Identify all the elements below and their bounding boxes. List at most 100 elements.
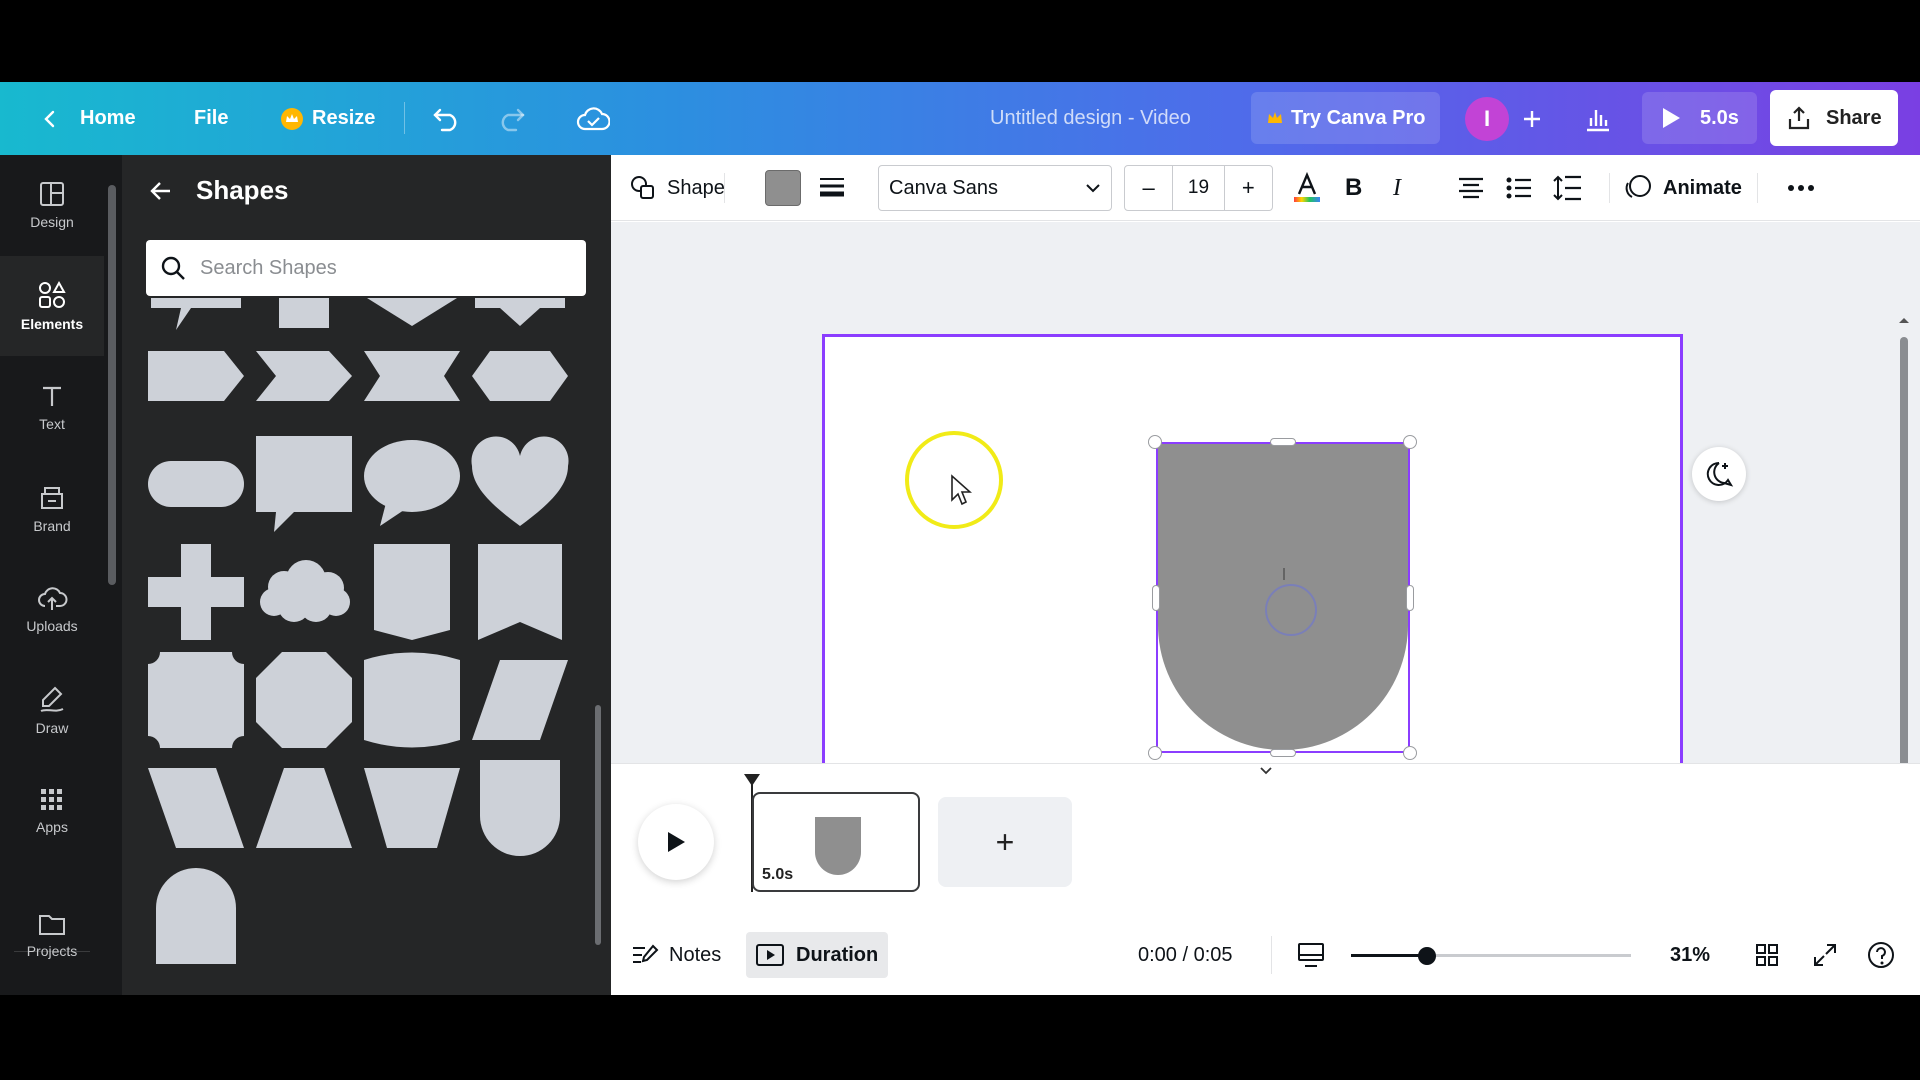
- home-label: Home: [80, 107, 136, 129]
- present-play-button[interactable]: 5.0s: [1642, 92, 1757, 144]
- scrollbar-thumb[interactable]: [595, 705, 601, 945]
- rail-item-projects[interactable]: Projects: [0, 885, 104, 985]
- shape-arch[interactable]: [146, 866, 246, 966]
- timeline-play-button[interactable]: [638, 804, 714, 880]
- shape-hexagon[interactable]: [470, 326, 570, 426]
- design-title[interactable]: Untitled design - Video: [990, 82, 1191, 155]
- redo-button[interactable]: [496, 82, 526, 155]
- scrollbar-thumb[interactable]: [108, 185, 116, 585]
- more-options-button[interactable]: [1787, 155, 1815, 221]
- rail-item-draw[interactable]: Draw: [0, 660, 104, 760]
- fill-color-button[interactable]: [765, 155, 801, 221]
- shape-speech-rect[interactable]: [254, 434, 354, 534]
- resize-handle-left[interactable]: [1152, 585, 1160, 611]
- shape-bookmark[interactable]: [470, 542, 570, 642]
- shape-wave-rect[interactable]: [362, 650, 462, 750]
- rail-scrollbar[interactable]: [104, 155, 122, 995]
- bold-button[interactable]: B: [1345, 155, 1362, 221]
- font-size-input[interactable]: 19: [1172, 166, 1225, 210]
- file-menu-button[interactable]: File: [194, 82, 228, 155]
- shape-pill[interactable]: [146, 434, 246, 534]
- shape-pentagon-arrow[interactable]: [146, 326, 246, 426]
- rail-item-text[interactable]: Text: [0, 357, 104, 457]
- increase-font-size-button[interactable]: +: [1225, 166, 1272, 210]
- shape-chevron[interactable]: [254, 326, 354, 426]
- toolbar-divider: [724, 173, 725, 203]
- page-view-button[interactable]: [1297, 914, 1325, 995]
- duration-label: Duration: [796, 943, 879, 966]
- shape-label: Shape: [667, 176, 725, 199]
- shape-u-shield[interactable]: [470, 758, 570, 858]
- undo-button[interactable]: [432, 82, 462, 155]
- rail-item-elements[interactable]: Elements: [0, 256, 104, 356]
- zoom-level[interactable]: 31%: [1670, 914, 1710, 995]
- resize-handle-top-right[interactable]: [1403, 435, 1417, 449]
- selected-shape-u-shield[interactable]: [1156, 442, 1410, 753]
- shapes-scrollbar[interactable]: [592, 305, 604, 985]
- resize-handle-top-left[interactable]: [1148, 435, 1162, 449]
- search-icon: [161, 256, 185, 280]
- shape-parallelogram-slant[interactable]: [146, 758, 246, 858]
- shape-trapezoid[interactable]: [254, 758, 354, 858]
- shape-octagon[interactable]: [254, 650, 354, 750]
- shape-heart[interactable]: [470, 434, 570, 534]
- rail-item-design[interactable]: Design: [0, 155, 104, 255]
- zoom-slider-knob[interactable]: [1417, 947, 1436, 965]
- resize-handle-bottom[interactable]: [1270, 749, 1296, 757]
- hide-timeline-button[interactable]: [1211, 762, 1321, 778]
- italic-button[interactable]: I: [1393, 155, 1401, 221]
- text-color-button[interactable]: [1292, 155, 1322, 221]
- font-family-select[interactable]: Canva Sans: [878, 155, 1112, 221]
- help-button[interactable]: [1867, 914, 1895, 995]
- shape-cloud[interactable]: [254, 542, 354, 642]
- search-shapes-input[interactable]: [200, 256, 560, 280]
- share-button[interactable]: Share: [1770, 90, 1898, 146]
- shape-speech-oval[interactable]: [362, 434, 462, 534]
- rail-item-apps[interactable]: Apps: [0, 761, 104, 861]
- rail-item-brand[interactable]: Brand: [0, 458, 104, 558]
- fullscreen-button[interactable]: [1813, 914, 1837, 995]
- scrollbar-thumb[interactable]: [1900, 337, 1908, 787]
- shape-scalloped-rect[interactable]: [146, 650, 246, 750]
- resize-handle-bottom-left[interactable]: [1148, 746, 1162, 760]
- spacing-button[interactable]: [1553, 155, 1583, 221]
- insights-button[interactable]: [1584, 82, 1612, 155]
- rail-item-uploads[interactable]: Uploads: [0, 559, 104, 659]
- search-shapes-field[interactable]: [146, 240, 586, 296]
- shape-type-button[interactable]: Shape: [629, 155, 725, 221]
- expand-icon: [1814, 944, 1836, 966]
- shape-cross[interactable]: [146, 542, 246, 642]
- add-page-button[interactable]: +: [938, 797, 1072, 887]
- notes-button[interactable]: Notes: [631, 914, 721, 995]
- user-avatar[interactable]: I: [1465, 82, 1509, 155]
- shapes-grid: [146, 298, 586, 988]
- home-button[interactable]: Home: [40, 82, 136, 155]
- resize-handle-right[interactable]: [1406, 585, 1414, 611]
- animate-button[interactable]: Animate: [1623, 155, 1742, 221]
- play-duration: 5.0s: [1700, 106, 1739, 129]
- animate-icon: [1625, 175, 1651, 198]
- timeline: 5.0s + Notes Duration 0:00 / 0:05 31%: [611, 763, 1920, 995]
- list-button[interactable]: [1505, 155, 1533, 221]
- timeline-clip[interactable]: 5.0s: [752, 792, 920, 892]
- shape-ribbon[interactable]: [362, 326, 462, 426]
- text-align-button[interactable]: [1457, 155, 1485, 221]
- toolbar-divider: [1609, 173, 1610, 203]
- decrease-font-size-button[interactable]: –: [1125, 166, 1172, 210]
- border-style-button[interactable]: [818, 155, 846, 221]
- arrow-left-icon[interactable]: [148, 178, 174, 204]
- add-collaborator-button[interactable]: [1520, 82, 1544, 155]
- grid-view-button[interactable]: [1755, 914, 1779, 995]
- rail-label: Draw: [35, 720, 69, 736]
- duration-button[interactable]: Duration: [746, 932, 889, 978]
- comment-add-button[interactable]: [1692, 447, 1746, 501]
- shape-shield-pointed[interactable]: [362, 542, 462, 642]
- resize-handle-top[interactable]: [1270, 438, 1296, 446]
- try-canva-pro-button[interactable]: Try Canva Pro: [1251, 92, 1440, 144]
- chevron-up-icon: [1899, 318, 1909, 323]
- shape-inverted-trapezoid[interactable]: [362, 758, 462, 858]
- resize-button[interactable]: Resize: [280, 82, 375, 155]
- shape-parallelogram[interactable]: [470, 650, 570, 750]
- cloud-save-button[interactable]: [576, 82, 610, 155]
- resize-handle-bottom-right[interactable]: [1403, 746, 1417, 760]
